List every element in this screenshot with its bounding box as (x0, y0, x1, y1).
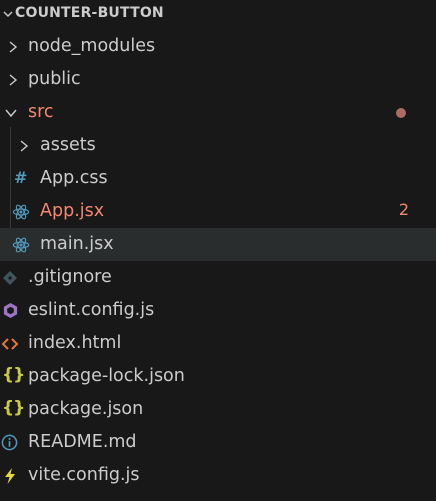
tree-item-src[interactable]: src (0, 96, 436, 129)
json-braces-icon: {} (2, 365, 25, 385)
tree-item-eslint-config[interactable]: eslint.config.js (0, 294, 436, 327)
tree-item-label: .gitignore (28, 267, 112, 287)
tree-item-label: index.html (28, 333, 122, 353)
info-icon (1, 434, 18, 451)
file-explorer: COUNTER-BUTTON node_modules public src a… (0, 0, 436, 501)
tree-item-label: package-lock.json (28, 366, 185, 386)
tree-item-index-html[interactable]: index.html (0, 327, 436, 360)
css-hash-icon: # (14, 168, 28, 187)
tree-item-readme[interactable]: README.md (0, 426, 436, 459)
react-icon (12, 204, 30, 220)
chevron-right-icon (9, 41, 18, 53)
eslint-icon (3, 302, 18, 319)
tree-item-label: src (28, 102, 54, 122)
tree-item-label: README.md (28, 432, 137, 452)
chevron-right-icon (9, 74, 18, 86)
tree-item-label: public (28, 69, 81, 89)
tree-item-app-css[interactable]: # App.css (0, 162, 436, 195)
tree-item-assets[interactable]: assets (0, 129, 436, 162)
react-icon (12, 237, 30, 253)
explorer-folder-header[interactable]: COUNTER-BUTTON (0, 0, 436, 28)
explorer-folder-title: COUNTER-BUTTON (15, 5, 164, 21)
tree-item-vite-config[interactable]: vite.config.js (0, 459, 436, 492)
chevron-down-icon (3, 11, 13, 17)
git-diamond-icon (3, 271, 17, 285)
modified-dot-icon (396, 108, 406, 118)
tree-item-package-json[interactable]: {} package.json (0, 393, 436, 426)
tree-item-label: vite.config.js (28, 465, 140, 485)
tree-item-app-jsx[interactable]: App.jsx 2 (0, 195, 436, 228)
tree-item-label: assets (40, 135, 96, 155)
tree-item-main-jsx[interactable]: main.jsx (0, 228, 436, 261)
tree-item-label: package.json (28, 399, 144, 419)
tree-item-label: node_modules (28, 36, 156, 56)
tree-item-label: App.jsx (40, 201, 105, 221)
tree-item-gitignore[interactable]: .gitignore (0, 261, 436, 294)
problems-count-badge: 2 (398, 200, 409, 219)
tree-item-label: App.css (40, 168, 108, 188)
html-code-icon (1, 338, 19, 350)
tree-item-node-modules[interactable]: node_modules (0, 30, 436, 63)
tree-item-public[interactable]: public (0, 63, 436, 96)
vite-bolt-icon (5, 468, 15, 484)
chevron-down-icon (5, 109, 17, 118)
json-braces-icon: {} (2, 398, 25, 418)
tree-item-package-lock-json[interactable]: {} package-lock.json (0, 360, 436, 393)
chevron-right-icon (20, 140, 29, 152)
tree-item-label: eslint.config.js (28, 300, 155, 320)
tree-item-label: main.jsx (40, 234, 114, 254)
